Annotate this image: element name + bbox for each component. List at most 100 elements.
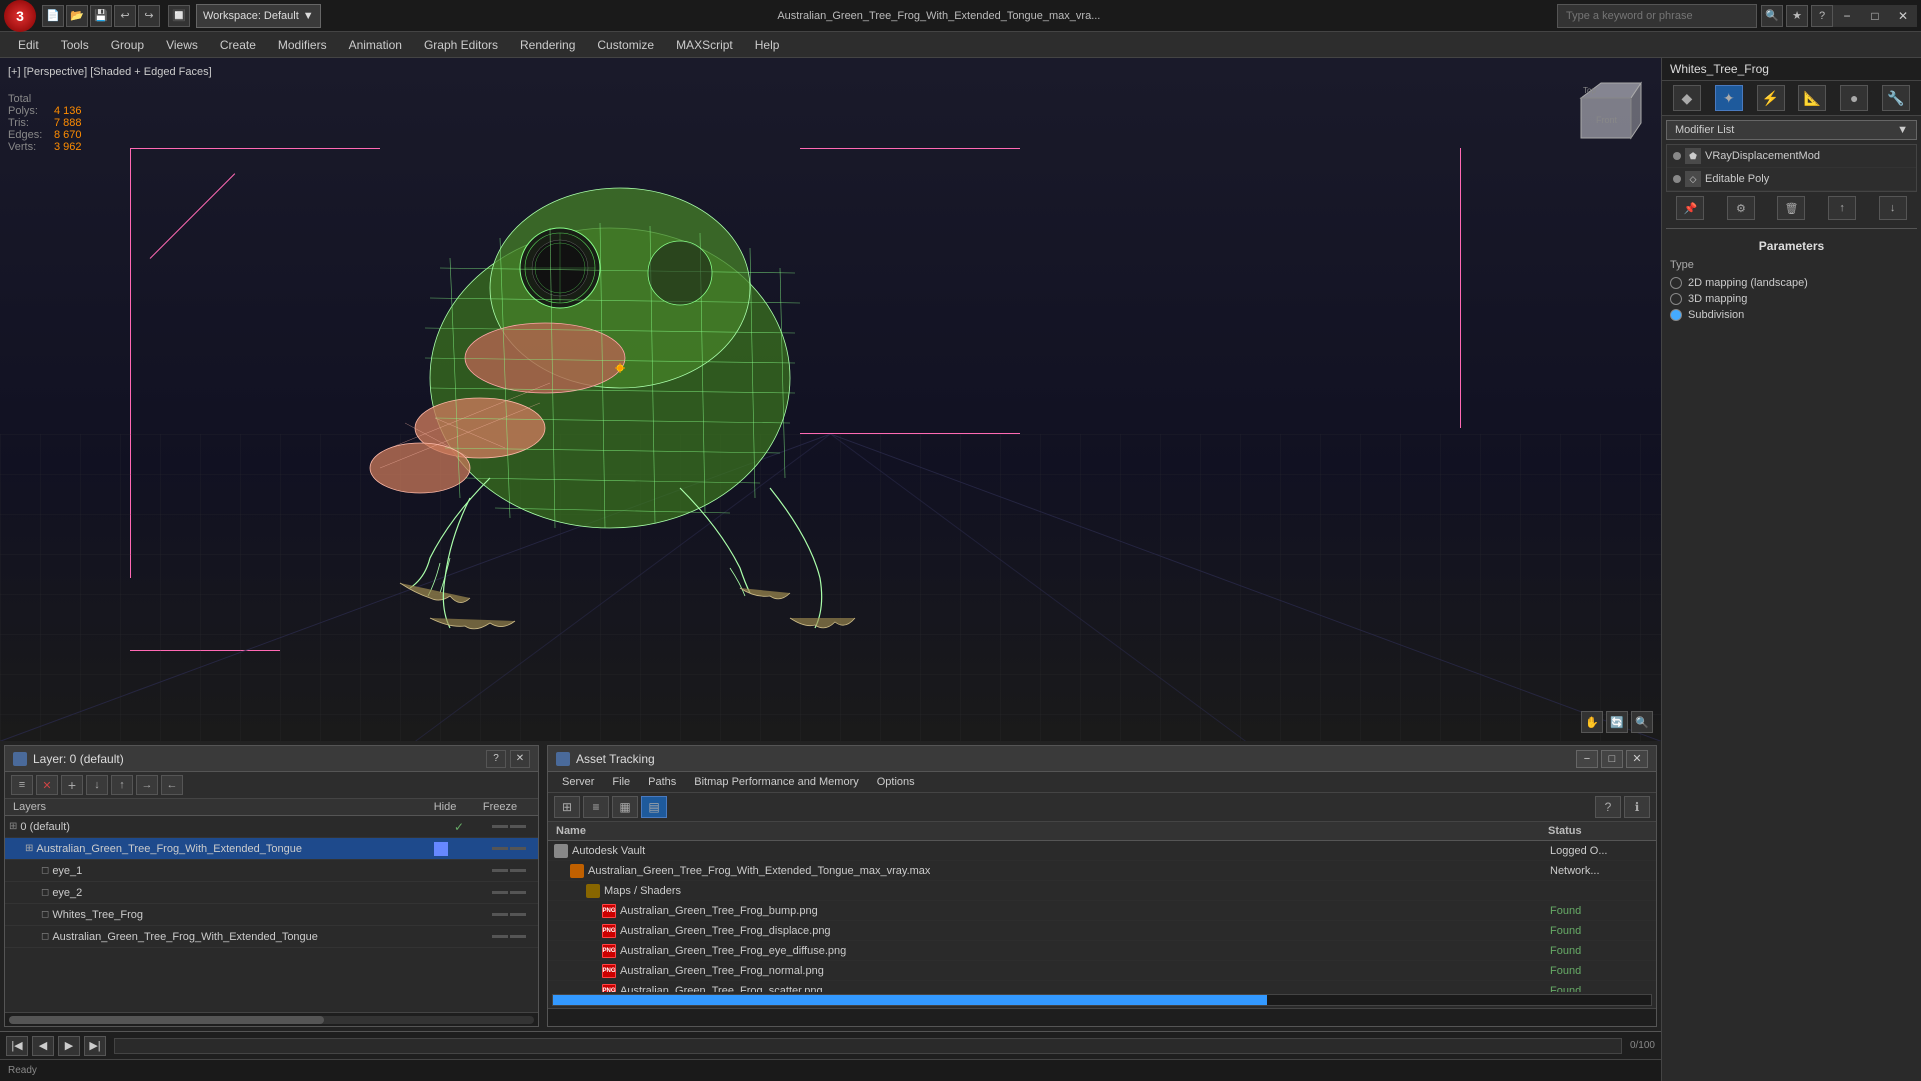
- list-item[interactable]: ⊞ Australian_Green_Tree_Frog_With_Extend…: [5, 838, 538, 860]
- save-icon[interactable]: 💾: [90, 5, 112, 27]
- config-modifier-sets-icon[interactable]: ⚙: [1727, 196, 1755, 220]
- list-item[interactable]: PNG Australian_Green_Tree_Frog_eye_diffu…: [548, 941, 1656, 961]
- minimize-button[interactable]: −: [1833, 5, 1861, 27]
- modify-panel-icon[interactable]: ✦: [1715, 85, 1743, 111]
- modifier-entry-vray[interactable]: ⬟ VRayDisplacementMod: [1667, 145, 1916, 168]
- list-item[interactable]: ◻ eye_1: [5, 860, 538, 882]
- type-3d-label[interactable]: 3D mapping: [1670, 293, 1913, 305]
- asset-tool-3[interactable]: ▦: [612, 796, 638, 818]
- asset-minimize-button[interactable]: −: [1576, 750, 1598, 768]
- close-button[interactable]: ✕: [1889, 5, 1917, 27]
- layer-add-icon[interactable]: +: [61, 775, 83, 795]
- menu-graph-editors[interactable]: Graph Editors: [414, 33, 508, 57]
- list-item[interactable]: PNG Australian_Green_Tree_Frog_scatter.p…: [548, 981, 1656, 992]
- zoom-icon[interactable]: 🔍: [1631, 711, 1653, 733]
- undo-icon[interactable]: ↩: [114, 5, 136, 27]
- redo-icon[interactable]: ↪: [138, 5, 160, 27]
- asset-tool-4-active[interactable]: ▤: [641, 796, 667, 818]
- list-item[interactable]: ◻ Whites_Tree_Frog: [5, 904, 538, 926]
- list-item[interactable]: Autodesk Vault Logged O...: [548, 841, 1656, 861]
- layer-select-icon[interactable]: →: [136, 775, 158, 795]
- display-panel-icon[interactable]: ●: [1840, 85, 1868, 111]
- asset-menu-file[interactable]: File: [604, 774, 638, 790]
- list-item[interactable]: Maps / Shaders: [548, 881, 1656, 901]
- menu-create[interactable]: Create: [210, 33, 266, 57]
- list-item[interactable]: PNG Australian_Green_Tree_Frog_normal.pn…: [548, 961, 1656, 981]
- layer-move-down-icon[interactable]: ↓: [86, 775, 108, 795]
- maximize-button[interactable]: □: [1861, 5, 1889, 27]
- move-up-modifier-icon[interactable]: ↑: [1828, 196, 1856, 220]
- open-file-icon[interactable]: 📂: [66, 5, 88, 27]
- menu-animation[interactable]: Animation: [339, 33, 412, 57]
- asset-tool-1[interactable]: ⊞: [554, 796, 580, 818]
- asset-panel-icon: [556, 752, 570, 766]
- asset-close-button[interactable]: ✕: [1626, 750, 1648, 768]
- asset-status-text: Found: [1550, 925, 1650, 937]
- timeline-slider[interactable]: [114, 1038, 1622, 1054]
- list-item[interactable]: PNG Australian_Green_Tree_Frog_displace.…: [548, 921, 1656, 941]
- timeline-prev-button[interactable]: ◀: [32, 1036, 54, 1056]
- layer-delete-icon[interactable]: ✕: [36, 775, 58, 795]
- asset-menu-paths[interactable]: Paths: [640, 774, 684, 790]
- list-item[interactable]: ⊞ 0 (default) ✓: [5, 816, 538, 838]
- timeline-next-button[interactable]: ▶|: [84, 1036, 106, 1056]
- hierarchy-panel-icon[interactable]: ⚡: [1757, 85, 1785, 111]
- menu-maxscript[interactable]: MAXScript: [666, 33, 743, 57]
- right-panel-toolbar: ◆ ✦ ⚡ 📐 ● 🔧: [1662, 81, 1921, 116]
- layer-name-text: eye_1: [52, 865, 82, 877]
- asset-info-icon[interactable]: ℹ: [1624, 796, 1650, 818]
- menu-help[interactable]: Help: [745, 33, 790, 57]
- remove-modifier-icon[interactable]: 🗑: [1777, 196, 1805, 220]
- selection-diagonal: [150, 173, 236, 259]
- pan-icon[interactable]: ✋: [1581, 711, 1603, 733]
- verts-value: 3 962: [54, 141, 82, 153]
- list-item[interactable]: PNG Australian_Green_Tree_Frog_bump.png …: [548, 901, 1656, 921]
- list-item[interactable]: Australian_Green_Tree_Frog_With_Extended…: [548, 861, 1656, 881]
- new-file-icon[interactable]: 📄: [42, 5, 64, 27]
- layer-list-icon[interactable]: ≡: [11, 775, 33, 795]
- asset-menu-bitmap[interactable]: Bitmap Performance and Memory: [686, 774, 866, 790]
- cube-gizmo[interactable]: Front Top: [1561, 68, 1651, 158]
- asset-maximize-button[interactable]: □: [1601, 750, 1623, 768]
- modifier-icon: ◇: [1685, 171, 1701, 187]
- menu-rendering[interactable]: Rendering: [510, 33, 585, 57]
- search-input[interactable]: [1557, 4, 1757, 28]
- asset-tool-2[interactable]: ≡: [583, 796, 609, 818]
- polys-label: Polys:: [8, 105, 48, 117]
- menu-views[interactable]: Views: [156, 33, 208, 57]
- modifier-list-dropdown[interactable]: Modifier List ▼: [1666, 120, 1917, 140]
- orbit-icon[interactable]: 🔄: [1606, 711, 1628, 733]
- type-2d-label[interactable]: 2D mapping (landscape): [1670, 277, 1913, 289]
- help-icon[interactable]: ?: [1811, 5, 1833, 27]
- menu-modifiers[interactable]: Modifiers: [268, 33, 337, 57]
- move-down-modifier-icon[interactable]: ↓: [1879, 196, 1907, 220]
- list-item[interactable]: ◻ eye_2: [5, 882, 538, 904]
- scene-icon[interactable]: 🔲: [168, 5, 190, 27]
- modifier-entry-editable-poly[interactable]: ◇ Editable Poly: [1667, 168, 1916, 191]
- utilities-panel-icon[interactable]: 🔧: [1882, 85, 1910, 111]
- workspace-selector[interactable]: Workspace: Default ▼: [196, 4, 321, 28]
- menu-customize[interactable]: Customize: [587, 33, 664, 57]
- list-item[interactable]: ◻ Australian_Green_Tree_Frog_With_Extend…: [5, 926, 538, 948]
- menu-group[interactable]: Group: [101, 33, 154, 57]
- viewport-3d[interactable]: [+] [Perspective] [Shaded + Edged Faces]…: [0, 58, 1661, 741]
- menu-tools[interactable]: Tools: [51, 33, 99, 57]
- pin-stack-icon[interactable]: 📌: [1676, 196, 1704, 220]
- layer-help-button[interactable]: ?: [486, 750, 506, 768]
- asset-menu-options[interactable]: Options: [869, 774, 923, 790]
- layer-close-button[interactable]: ✕: [510, 750, 530, 768]
- create-panel-icon[interactable]: ◆: [1673, 85, 1701, 111]
- motion-panel-icon[interactable]: 📐: [1798, 85, 1826, 111]
- layer-scrollbar[interactable]: [5, 1012, 538, 1026]
- search-icon[interactable]: 🔍: [1761, 5, 1783, 27]
- type-subdivision-label[interactable]: Subdivision: [1670, 309, 1913, 321]
- layer-deselect-icon[interactable]: ←: [161, 775, 183, 795]
- type-2d-text: 2D mapping (landscape): [1688, 277, 1808, 289]
- asset-help-icon[interactable]: ?: [1595, 796, 1621, 818]
- asset-menu-server[interactable]: Server: [554, 774, 602, 790]
- layer-move-up-icon[interactable]: ↑: [111, 775, 133, 795]
- timeline-play-button[interactable]: ▶: [58, 1036, 80, 1056]
- menu-edit[interactable]: Edit: [8, 33, 49, 57]
- timeline-start-button[interactable]: |◀: [6, 1036, 28, 1056]
- favorites-icon[interactable]: ★: [1786, 5, 1808, 27]
